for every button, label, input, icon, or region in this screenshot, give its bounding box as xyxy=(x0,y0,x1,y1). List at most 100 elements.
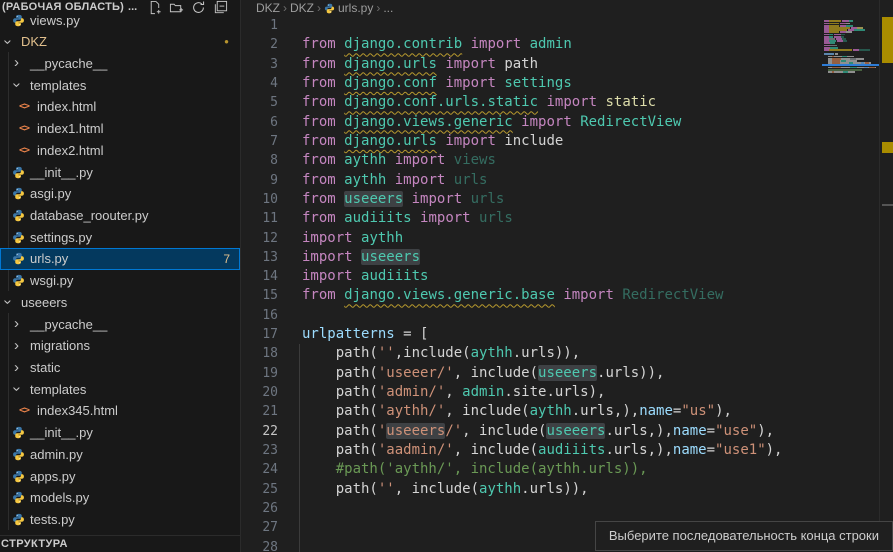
tree-file-apps-py[interactable]: apps.py xyxy=(0,465,240,487)
code-token: audiiits xyxy=(538,442,605,458)
code-line-26[interactable]: 26 xyxy=(241,499,822,518)
code-line-5[interactable]: 5from django.conf.urls.static import sta… xyxy=(241,93,822,112)
code-token: , include( xyxy=(454,442,538,458)
code-line-10[interactable]: 10from useeers import urls xyxy=(241,190,822,209)
code-line-13[interactable]: 13import useeers xyxy=(241,248,822,267)
tree-item-label: templates xyxy=(30,78,86,93)
line-number: 15 xyxy=(241,286,278,305)
code-token: import xyxy=(445,56,504,72)
new-folder-button[interactable] xyxy=(169,0,184,15)
line-number: 4 xyxy=(241,74,278,93)
code-line-11[interactable]: 11from audiiits import urls xyxy=(241,209,822,228)
code-area[interactable]: 12from django.contrib import admin3from … xyxy=(241,0,822,552)
overview-ruler[interactable] xyxy=(879,0,893,552)
chevron-right-icon: › xyxy=(14,58,19,68)
code-line-14[interactable]: 14import audiiits xyxy=(241,267,822,286)
tree-file-urls-py[interactable]: urls.py7 xyxy=(0,248,240,270)
code-token: from xyxy=(302,152,344,168)
code-line-18[interactable]: 18 path('',include(aythh.urls)), xyxy=(241,344,822,363)
outline-section-header[interactable]: СТРУКТУРА xyxy=(0,535,240,552)
code-token xyxy=(386,152,394,168)
code-token: from xyxy=(302,210,344,226)
line-number: 10 xyxy=(241,190,278,209)
code-line-24[interactable]: 24 #path('aythh/', include(aythh.urls)), xyxy=(241,460,822,479)
breadcrumb-label: DKZ xyxy=(256,1,280,15)
code-token: 'useeer/' xyxy=(378,365,454,381)
line-number: 13 xyxy=(241,248,278,267)
breadcrumb-item[interactable]: DKZ xyxy=(290,1,314,15)
code-token: from xyxy=(302,94,344,110)
code-line-17[interactable]: 17urlpatterns = [ xyxy=(241,325,822,344)
code-token: import xyxy=(302,249,361,265)
tree-folder--pycache-[interactable]: ›__pycache__ xyxy=(0,52,240,74)
more-actions-icon[interactable]: ... xyxy=(128,1,137,13)
editor-pane: DKZ›DKZ›urls.py›... 12from django.contri… xyxy=(241,0,893,552)
line-number: 5 xyxy=(241,93,278,112)
tree-folder-templates[interactable]: › templates xyxy=(0,74,240,96)
breadcrumb-item[interactable]: urls.py xyxy=(324,1,373,15)
code-token: import xyxy=(563,287,622,303)
code-token: from xyxy=(302,287,344,303)
code-line-16[interactable]: 16 xyxy=(241,306,822,325)
tree-file-admin-py[interactable]: admin.py xyxy=(0,443,240,465)
collapse-folders-button[interactable] xyxy=(213,0,228,15)
tree-file-tests-py[interactable]: tests.py xyxy=(0,509,240,531)
line-number: 25 xyxy=(241,480,278,499)
explorer-section-header[interactable]: (РАБОЧАЯ ОБЛАСТЬ) ... xyxy=(0,0,240,14)
code-line-3[interactable]: 3from django.urls import path xyxy=(241,55,822,74)
chevron-down-icon: › xyxy=(12,83,22,88)
code-line-4[interactable]: 4from django.conf import settings xyxy=(241,74,822,93)
line-number: 6 xyxy=(241,113,278,132)
tree-file-index-html[interactable]: <>index.html xyxy=(0,96,240,118)
line-number: 21 xyxy=(241,402,278,421)
code-line-20[interactable]: 20 path('admin/', admin.site.urls), xyxy=(241,383,822,402)
code-line-22[interactable]: 22 path('useeers/', include(useeers.urls… xyxy=(241,422,822,441)
tree-folder-migrations[interactable]: ›migrations xyxy=(0,335,240,357)
tree-item-label: static xyxy=(30,360,60,375)
code-line-9[interactable]: 9from aythh import urls xyxy=(241,171,822,190)
code-line-12[interactable]: 12import aythh xyxy=(241,229,822,248)
breadcrumb-item[interactable]: ... xyxy=(383,1,393,15)
tree-item-label: urls.py xyxy=(30,251,68,266)
tree-file-index2-html[interactable]: <>index2.html xyxy=(0,139,240,161)
code-line-15[interactable]: 15from django.views.generic.base import … xyxy=(241,286,822,305)
tree-file-settings-py[interactable]: settings.py xyxy=(0,226,240,248)
code-line-21[interactable]: 21 path('aythh/', include(aythh.urls,),n… xyxy=(241,402,822,421)
code-token: import xyxy=(445,75,504,91)
tree-file--init-py[interactable]: __init__.py xyxy=(0,161,240,183)
code-line-8[interactable]: 8from aythh import views xyxy=(241,151,822,170)
chevron-right-icon: › xyxy=(14,341,19,351)
code-line-25[interactable]: 25 path('', include(aythh.urls)), xyxy=(241,480,822,499)
code-token: name xyxy=(673,423,707,439)
code-token: ), xyxy=(715,403,732,419)
tree-file-database-roouter-py[interactable]: database_roouter.py xyxy=(0,204,240,226)
chevron-down-icon: › xyxy=(3,300,13,305)
minimap[interactable] xyxy=(822,0,879,552)
tree-file-wsgi-py[interactable]: wsgi.py xyxy=(0,270,240,292)
code-line-2[interactable]: 2from django.contrib import admin xyxy=(241,35,822,54)
code-token: django.views.generic.base xyxy=(344,287,555,303)
tree-file-models-py[interactable]: models.py xyxy=(0,487,240,509)
tree-item-label: __init__.py xyxy=(30,165,93,180)
code-line-6[interactable]: 6from django.views.generic import Redire… xyxy=(241,113,822,132)
tree-folder--pycache-[interactable]: ›__pycache__ xyxy=(0,313,240,335)
tree-folder-static[interactable]: ›static xyxy=(0,357,240,379)
overview-ruler-mark xyxy=(882,142,893,153)
code-line-19[interactable]: 19 path('useeer/', include(useeers.urls)… xyxy=(241,364,822,383)
new-file-button[interactable] xyxy=(147,0,162,15)
refresh-button[interactable] xyxy=(191,0,206,15)
code-token: urls xyxy=(471,191,505,207)
breadcrumb-item[interactable]: DKZ xyxy=(256,1,280,15)
code-line-1[interactable]: 1 xyxy=(241,16,822,35)
tree-folder-templates[interactable]: ›templates xyxy=(0,378,240,400)
code-line-7[interactable]: 7from django.urls import include xyxy=(241,132,822,151)
tree-folder-useeers[interactable]: ›useeers xyxy=(0,291,240,313)
tree-file-index345-html[interactable]: <>index345.html xyxy=(0,400,240,422)
tree-file-asgi-py[interactable]: asgi.py xyxy=(0,183,240,205)
tree-file--init-py[interactable]: __init__.py xyxy=(0,422,240,444)
code-token xyxy=(513,114,521,130)
tree-file-index1-html[interactable]: <>index1.html xyxy=(0,118,240,140)
tree-folder-dkz[interactable]: ›DKZ● xyxy=(0,31,240,53)
python-icon xyxy=(12,252,25,265)
code-line-23[interactable]: 23 path('aadmin/', include(audiiits.urls… xyxy=(241,441,822,460)
